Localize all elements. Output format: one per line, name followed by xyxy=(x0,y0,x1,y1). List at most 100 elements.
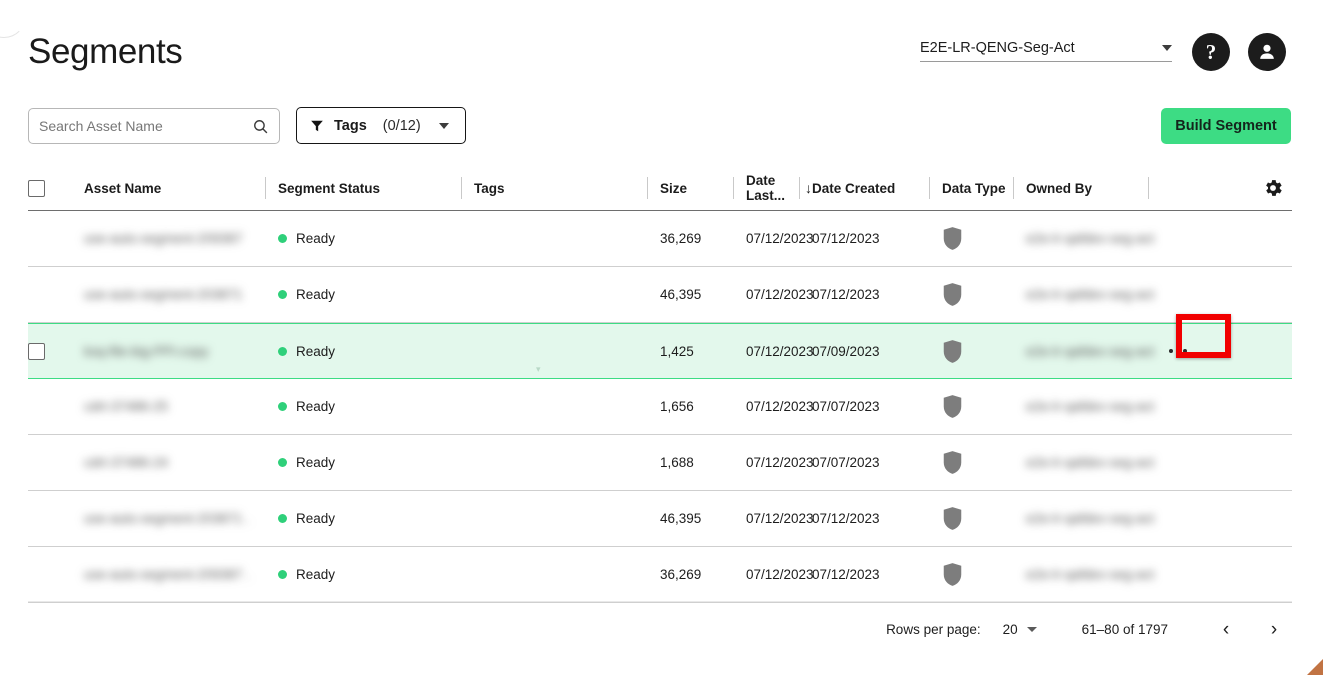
gear-icon[interactable] xyxy=(1262,177,1284,199)
date-created-value: 07/09/2023 xyxy=(812,343,880,359)
build-segment-button[interactable]: Build Segment xyxy=(1161,108,1291,144)
next-page-button[interactable]: › xyxy=(1256,612,1292,648)
table-row[interactable]: cdrt-37486-25 Ready 1,656 07/12/2023 07/07/2… xyxy=(28,379,1292,435)
column-header-date-created[interactable]: Date Created xyxy=(799,175,942,201)
cell-owned-by: e2e-lr-qafdev-seg-act xyxy=(1026,547,1161,602)
size-value: 36,269 xyxy=(660,231,702,246)
date-last-value: 07/12/2023 xyxy=(746,287,814,302)
cell-segment-status: Ready xyxy=(278,267,474,322)
cell-asset-name: use-auto-segment-209387 . xyxy=(84,547,278,602)
column-header-asset-name[interactable]: Asset Name xyxy=(84,175,278,201)
segment-status-value: Ready xyxy=(296,567,336,582)
cell-owned-by: e2e-lr-qafdev-seg-act xyxy=(1026,324,1161,378)
cell-row-actions[interactable] xyxy=(1161,267,1261,322)
search-icon[interactable] xyxy=(252,118,269,135)
column-header-segment-status[interactable]: Segment Status xyxy=(265,175,474,201)
cell-asset-name: use-auto-segment-203871 xyxy=(84,267,278,322)
size-value: 1,425 xyxy=(660,343,694,359)
cell-size: 36,269 xyxy=(660,211,746,266)
row-select-cell[interactable] xyxy=(28,547,84,602)
cell-row-actions[interactable] xyxy=(1161,379,1261,434)
rows-per-page-label: Rows per page: xyxy=(886,622,981,637)
search-input[interactable] xyxy=(39,118,252,134)
cell-segment-status: Ready xyxy=(278,324,474,378)
asset-name-value: use-auto-segment-209387 . xyxy=(84,567,250,582)
table-row[interactable]: use-auto-segment-209387 Ready 36,269 07/12/… xyxy=(28,211,1292,267)
cell-asset-name: use-auto-segment-209387 xyxy=(84,211,278,266)
date-last-value: 07/12/2023 xyxy=(746,511,814,526)
cell-size: 36,269 xyxy=(660,547,746,602)
cell-owned-by: e2e-lr-qafdev-seg-act xyxy=(1026,267,1161,322)
cell-date-created: 07/12/2023 xyxy=(812,267,942,322)
cell-segment-status: Ready xyxy=(278,547,474,602)
column-header-tags[interactable]: Tags xyxy=(461,175,660,201)
table-row[interactable]: ksq-file-big-PPI-copy Ready 1,425 07/12/202… xyxy=(28,323,1292,379)
select-all-checkbox[interactable] xyxy=(28,179,45,197)
cell-row-actions[interactable] xyxy=(1161,211,1261,266)
more-options-icon[interactable] xyxy=(1161,336,1195,366)
date-created-value: 07/12/2023 xyxy=(812,511,880,526)
column-header-owned-by[interactable]: Owned By xyxy=(1013,175,1161,201)
cell-data-type xyxy=(942,324,1026,378)
cell-row-actions[interactable] xyxy=(1161,324,1261,378)
previous-page-button[interactable]: ‹ xyxy=(1208,612,1244,648)
size-value: 46,395 xyxy=(660,511,702,526)
asset-name-value: use-auto-segment-203871 . xyxy=(84,511,250,526)
help-button[interactable]: ? xyxy=(1192,33,1230,71)
cell-owned-by: e2e-lr-qafdev-seg-act xyxy=(1026,435,1161,490)
cell-date-created: 07/09/2023 xyxy=(812,324,942,378)
cell-owned-by: e2e-lr-qafdev-seg-act xyxy=(1026,379,1161,434)
segment-status-value: Ready xyxy=(296,399,336,414)
asset-name-value: cdrt-37486-25 xyxy=(84,399,169,414)
rows-per-page-value: 20 xyxy=(1002,622,1018,637)
row-select-cell[interactable] xyxy=(28,324,84,378)
decorative-corner-triangle xyxy=(1307,659,1323,675)
date-last-value: 07/12/2023 xyxy=(746,567,814,582)
cell-date-last: 07/12/2023 xyxy=(746,379,814,434)
size-value: 1,688 xyxy=(660,455,694,470)
owned-by-value: e2e-lr-qafdev-seg-act xyxy=(1026,343,1155,359)
row-select-cell[interactable] xyxy=(28,435,84,490)
cell-date-created: 07/07/2023 xyxy=(812,379,942,434)
table-row[interactable]: use-auto-segment-203871 Ready 46,395 07/12/… xyxy=(28,267,1292,323)
search-box[interactable] xyxy=(28,108,280,144)
cell-date-last: 07/12/2023 xyxy=(746,211,814,266)
tags-filter-count: (0/12) xyxy=(382,117,421,134)
cell-row-actions[interactable] xyxy=(1161,435,1261,490)
owned-by-value: e2e-lr-qafdev-seg-act xyxy=(1026,231,1155,246)
table-row[interactable]: use-auto-segment-209387 . Ready 36,269 07/1… xyxy=(28,547,1292,603)
cell-asset-name: use-auto-segment-203871 . xyxy=(84,491,278,546)
asset-name-value: cdrt-37486-24 xyxy=(84,455,169,470)
owned-by-value: e2e-lr-qafdev-seg-act xyxy=(1026,567,1155,582)
date-last-value: 07/12/2023 xyxy=(746,231,814,246)
table-row[interactable]: cdrt-37486-24 Ready 1,688 07/12/2023 07/07/2… xyxy=(28,435,1292,491)
row-checkbox[interactable] xyxy=(28,342,45,360)
column-header-date-last[interactable]: Date Last... ↓ xyxy=(733,173,812,203)
row-expand-caret-icon[interactable]: ▾ xyxy=(536,364,541,375)
row-select-cell[interactable] xyxy=(28,211,84,266)
table-body: use-auto-segment-209387 Ready 36,269 07/12/… xyxy=(28,211,1292,603)
row-select-cell[interactable] xyxy=(28,379,84,434)
row-select-cell[interactable] xyxy=(28,267,84,322)
cell-row-actions[interactable] xyxy=(1161,547,1261,602)
cell-data-type xyxy=(942,491,1026,546)
tags-filter-button[interactable]: Tags (0/12) xyxy=(296,107,466,144)
shield-icon xyxy=(943,395,962,418)
date-created-value: 07/12/2023 xyxy=(812,287,880,302)
table-row[interactable]: use-auto-segment-203871 . Ready 46,395 07/1… xyxy=(28,491,1292,547)
cell-row-actions[interactable] xyxy=(1161,491,1261,546)
status-dot-icon xyxy=(278,402,287,411)
row-select-cell[interactable] xyxy=(28,491,84,546)
tags-filter-label: Tags xyxy=(334,117,367,134)
segment-status-value: Ready xyxy=(296,511,336,526)
account-selector[interactable]: E2E-LR-QENG-Seg-Act xyxy=(920,40,1172,62)
status-dot-icon xyxy=(278,570,287,579)
select-all-cell[interactable] xyxy=(28,175,84,201)
page-title: Segments xyxy=(28,32,183,71)
date-created-value: 07/12/2023 xyxy=(812,231,880,246)
cell-data-type xyxy=(942,267,1026,322)
segments-page: Segments E2E-LR-QENG-Seg-Act ? Tags (0/1… xyxy=(0,0,1323,675)
cell-tags xyxy=(474,547,660,602)
account-button[interactable] xyxy=(1248,33,1286,71)
rows-per-page-select[interactable]: 20 xyxy=(1003,622,1037,637)
